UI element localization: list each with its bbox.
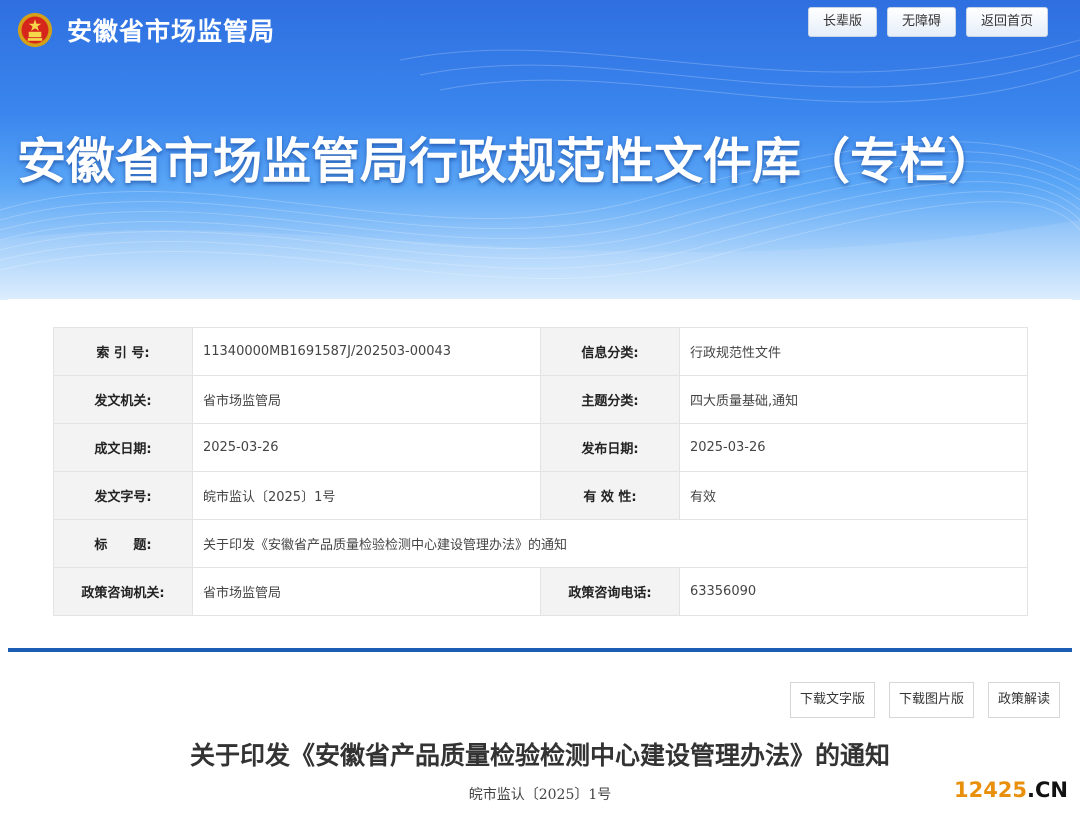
consult-authority-value: 省市场监管局 <box>191 567 541 616</box>
written-date-label: 成文日期: <box>53 423 193 472</box>
consult-phone-label: 政策咨询电话: <box>539 567 680 616</box>
info-category-label: 信息分类: <box>539 327 680 376</box>
national-emblem-icon <box>17 12 53 48</box>
document-actions: 下载文字版 下载图片版 政策解读 <box>789 682 1060 718</box>
download-image-button[interactable]: 下载图片版 <box>888 682 974 718</box>
index-number-label: 索 引 号: <box>53 327 193 376</box>
table-row: 索 引 号: 11340000MB1691587J/202503-00043 信… <box>53 327 1029 376</box>
publish-date-label: 发布日期: <box>539 423 680 472</box>
banner-title: 安徽省市场监管局行政规范性文件库（专栏） <box>17 133 998 190</box>
validity-value: 有效 <box>678 471 1029 520</box>
elder-mode-button[interactable]: 长辈版 <box>807 7 877 37</box>
table-row: 政策咨询机关: 省市场监管局 政策咨询电话: 63356090 <box>53 567 1029 616</box>
issuing-authority-label: 发文机关: <box>53 375 193 424</box>
section-divider <box>8 648 1072 652</box>
consult-authority-label: 政策咨询机关: <box>53 567 193 616</box>
download-text-button[interactable]: 下载文字版 <box>789 682 875 718</box>
accessibility-button[interactable]: 无障碍 <box>886 7 956 37</box>
document-title: 关于印发《安徽省产品质量检验检测中心建设管理办法》的通知 <box>189 741 890 770</box>
consult-phone-value: 63356090 <box>678 567 1029 616</box>
watermark-domain: .CN <box>1027 778 1068 802</box>
back-home-button[interactable]: 返回首页 <box>965 7 1048 37</box>
issuing-authority-value: 省市场监管局 <box>191 375 541 424</box>
table-row: 标 题: 关于印发《安徽省产品质量检验检测中心建设管理办法》的通知 <box>53 519 1029 568</box>
index-number-value: 11340000MB1691587J/202503-00043 <box>191 327 541 376</box>
publish-date-value: 2025-03-26 <box>678 423 1029 472</box>
header-banner: 安徽省市场监管局 长辈版 无障碍 返回首页 安徽省市场监管局行政规范性文件库（专… <box>0 0 1080 300</box>
site-watermark: 12425.CN <box>954 778 1068 802</box>
content-panel: 索 引 号: 11340000MB1691587J/202503-00043 信… <box>8 299 1072 814</box>
site-brand[interactable]: 安徽省市场监管局 <box>17 12 275 48</box>
document-metadata-table: 索 引 号: 11340000MB1691587J/202503-00043 信… <box>53 327 1029 616</box>
top-toolbar: 长辈版 无障碍 返回首页 <box>807 7 1048 37</box>
validity-label: 有 效 性: <box>539 471 680 520</box>
table-row: 成文日期: 2025-03-26 发布日期: 2025-03-26 <box>53 423 1029 472</box>
topic-category-value: 四大质量基础,通知 <box>678 375 1029 424</box>
watermark-number: 12425 <box>953 778 1028 802</box>
topic-category-label: 主题分类: <box>539 375 680 424</box>
written-date-value: 2025-03-26 <box>191 423 541 472</box>
title-value: 关于印发《安徽省产品质量检验检测中心建设管理办法》的通知 <box>191 519 1029 568</box>
info-category-value: 行政规范性文件 <box>678 327 1029 376</box>
document-number-value: 皖市监认〔2025〕1号 <box>191 471 541 520</box>
site-name: 安徽省市场监管局 <box>67 17 276 46</box>
policy-interpretation-button[interactable]: 政策解读 <box>987 682 1060 718</box>
document-number-label: 发文字号: <box>53 471 193 520</box>
title-label: 标 题: <box>53 519 193 568</box>
table-row: 发文字号: 皖市监认〔2025〕1号 有 效 性: 有效 <box>53 471 1029 520</box>
document-number: 皖市监认〔2025〕1号 <box>468 787 612 803</box>
table-row: 发文机关: 省市场监管局 主题分类: 四大质量基础,通知 <box>53 375 1029 424</box>
